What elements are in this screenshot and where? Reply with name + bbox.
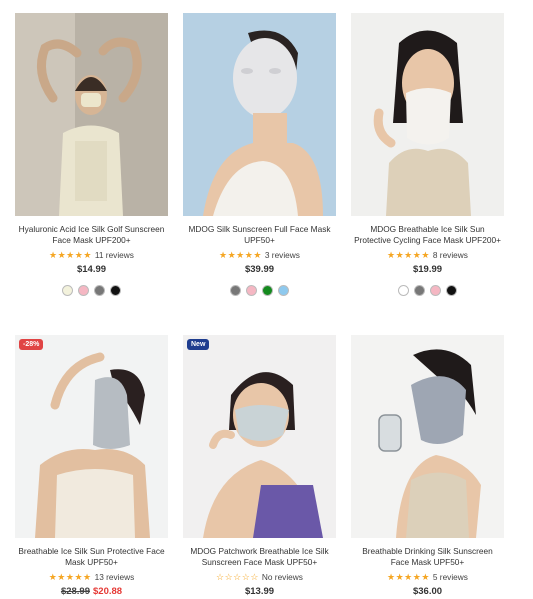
product-image[interactable] — [183, 13, 336, 216]
product-title[interactable]: MDOG Breathable Ice Silk Sun Protective … — [351, 224, 504, 246]
discount-badge: -28% — [19, 339, 44, 350]
product-price: $13.99 — [244, 586, 275, 597]
color-swatch[interactable] — [246, 285, 257, 296]
product-image[interactable]: New — [183, 335, 336, 538]
product-title[interactable]: MDOG Patchwork Breathable Ice Silk Sunsc… — [183, 546, 336, 568]
color-swatch[interactable] — [430, 285, 441, 296]
color-swatches — [183, 285, 336, 296]
sale-price: $20.88 — [93, 586, 123, 597]
product-title[interactable]: Breathable Drinking Silk Sunscreen Face … — [351, 546, 504, 568]
product-rating: ★★★★★ 13 reviews — [15, 572, 168, 582]
color-swatch[interactable] — [94, 285, 105, 296]
product-title[interactable]: Hyaluronic Acid Ice Silk Golf Sunscreen … — [15, 224, 168, 246]
color-swatches — [351, 285, 504, 296]
color-swatch[interactable] — [398, 285, 409, 296]
product-card[interactable]: MDOG Silk Sunscreen Full Face Mask UPF50… — [183, 13, 336, 296]
star-rating-icon: ★★★★★ — [49, 250, 92, 260]
star-rating-icon: ☆☆☆☆☆ — [216, 572, 259, 582]
product-price: $39.99 — [244, 264, 275, 275]
color-swatch[interactable] — [446, 285, 457, 296]
product-card[interactable]: New MDOG Patchwork Breathable Ice Silk S… — [183, 335, 336, 597]
review-count: No reviews — [261, 572, 303, 582]
new-badge: New — [187, 339, 210, 350]
product-rating: ★★★★★ 5 reviews — [351, 572, 504, 582]
product-image[interactable]: -28% — [15, 335, 168, 538]
product-image[interactable] — [351, 13, 504, 216]
product-image[interactable] — [15, 13, 168, 216]
product-image[interactable] — [351, 335, 504, 538]
product-price: $14.99 — [76, 264, 107, 275]
product-card[interactable]: -28% Breathable Ice Silk Sun Protective … — [15, 335, 168, 597]
product-price: $28.99 $20.88 — [15, 586, 168, 597]
color-swatch[interactable] — [278, 285, 289, 296]
original-price: $28.99 — [60, 586, 90, 597]
product-rating: ★★★★★ 11 reviews — [15, 250, 168, 260]
review-count: 13 reviews — [94, 572, 135, 582]
product-title[interactable]: MDOG Silk Sunscreen Full Face Mask UPF50… — [183, 224, 336, 246]
product-card[interactable]: Hyaluronic Acid Ice Silk Golf Sunscreen … — [15, 13, 168, 296]
color-swatch[interactable] — [78, 285, 89, 296]
color-swatch[interactable] — [230, 285, 241, 296]
star-rating-icon: ★★★★★ — [387, 572, 430, 582]
product-rating: ★★★★★ 3 reviews — [183, 250, 336, 260]
color-swatch[interactable] — [262, 285, 273, 296]
review-count: 5 reviews — [432, 572, 468, 582]
color-swatch[interactable] — [62, 285, 73, 296]
product-title[interactable]: Breathable Ice Silk Sun Protective Face … — [15, 546, 168, 568]
product-price: $19.99 — [412, 264, 443, 275]
product-grid: Hyaluronic Acid Ice Silk Golf Sunscreen … — [0, 0, 533, 599]
color-swatch[interactable] — [110, 285, 121, 296]
color-swatch[interactable] — [414, 285, 425, 296]
review-count: 11 reviews — [94, 250, 134, 260]
review-count: 3 reviews — [264, 250, 300, 260]
product-card[interactable]: Breathable Drinking Silk Sunscreen Face … — [351, 335, 504, 597]
star-rating-icon: ★★★★★ — [219, 250, 262, 260]
review-count: 8 reviews — [432, 250, 468, 260]
color-swatches — [15, 285, 168, 296]
product-rating: ☆☆☆☆☆ No reviews — [183, 572, 336, 582]
star-rating-icon: ★★★★★ — [387, 250, 430, 260]
product-rating: ★★★★★ 8 reviews — [351, 250, 504, 260]
product-price: $36.00 — [412, 586, 443, 597]
star-rating-icon: ★★★★★ — [48, 572, 92, 582]
product-card[interactable]: MDOG Breathable Ice Silk Sun Protective … — [351, 13, 504, 296]
